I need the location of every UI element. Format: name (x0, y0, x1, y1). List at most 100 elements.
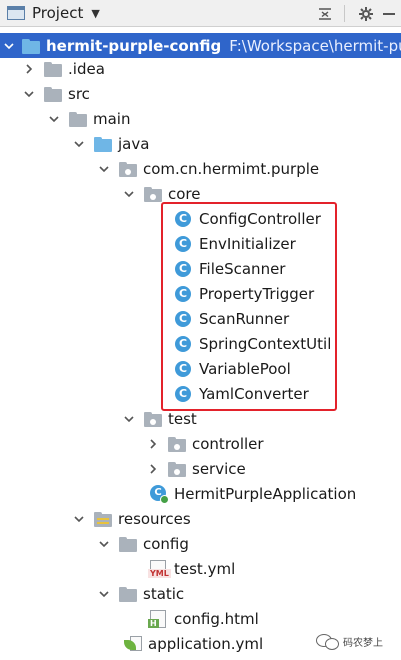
watermark-text: 码农梦上 (343, 637, 383, 649)
tree-node-src[interactable]: src (0, 81, 401, 106)
folder-icon (44, 61, 62, 77)
chevron-down-icon[interactable] (72, 512, 86, 526)
html-file-icon: H (148, 609, 166, 628)
chevron-down-icon[interactable] (97, 537, 111, 551)
package-icon (168, 461, 186, 477)
class-icon: C (175, 210, 191, 227)
tree-node-idea[interactable]: . idea (0, 56, 401, 81)
tree-node-label: FileScanner (199, 259, 286, 278)
tree-node-class[interactable]: C ConfigController (0, 206, 401, 231)
tree-node-controller[interactable]: controller (0, 431, 401, 456)
chevron-down-icon[interactable] (97, 162, 111, 176)
tree-node-path: F:\Workspace\hermit-purple (229, 36, 401, 55)
class-icon: C (175, 385, 191, 402)
tree-node-resources[interactable]: resources (0, 506, 401, 531)
tree-node-label: hermit-purple-config (46, 36, 222, 55)
folder-icon (44, 86, 62, 102)
tree-node-static[interactable]: static (0, 581, 401, 606)
tree-node-service[interactable]: service (0, 456, 401, 481)
tree-node-label: core (168, 184, 201, 203)
class-icon: C (175, 285, 191, 302)
tree-node-label: resources (118, 509, 191, 528)
tree-node-label: static (143, 584, 185, 603)
chevron-right-icon[interactable] (146, 437, 160, 451)
tree-node-label: main (93, 109, 131, 128)
project-tool-window-header: Project ▼ (0, 0, 401, 27)
chevron-down-icon[interactable] (72, 137, 86, 151)
package-icon (144, 411, 162, 427)
yaml-badge: YML (148, 568, 171, 578)
tree-node-class[interactable]: C FileScanner (0, 256, 401, 281)
chevron-right-icon[interactable] (22, 62, 36, 76)
chevron-down-icon[interactable] (122, 187, 136, 201)
tree-node-label: src (68, 84, 90, 103)
wechat-icon (316, 633, 339, 650)
tree-node-java[interactable]: java (0, 131, 401, 156)
collapse-all-icon[interactable] (314, 3, 336, 25)
gear-icon[interactable] (355, 3, 377, 25)
chevron-right-icon[interactable] (146, 462, 160, 476)
tree-node-label: service (192, 459, 246, 478)
hide-icon[interactable] (378, 3, 400, 25)
tree-node-label: config (143, 534, 189, 553)
tree-node-class[interactable]: C ScanRunner (0, 306, 401, 331)
chevron-down-icon[interactable]: ▼ (91, 7, 99, 20)
tree-node-class[interactable]: C VariablePool (0, 356, 401, 381)
tree-node-app-class[interactable]: C HermitPurpleApplication (0, 481, 401, 506)
chevron-down-icon[interactable] (47, 112, 61, 126)
tree-node-label: SpringContextUtil (199, 334, 332, 353)
tree-node-config[interactable]: config (0, 531, 401, 556)
class-icon: C (175, 310, 191, 327)
package-icon (119, 161, 137, 177)
yaml-file-icon: YML (148, 559, 171, 578)
tree-node-label: ScanRunner (199, 309, 290, 328)
tree-node-label: VariablePool (199, 359, 291, 378)
tree-node-label: idea (72, 59, 105, 78)
tree-node-label: controller (192, 434, 264, 453)
chevron-down-icon[interactable] (122, 412, 136, 426)
project-view-title[interactable]: Project (32, 4, 83, 22)
html-badge: H (148, 618, 159, 628)
folder-icon (119, 586, 137, 602)
watermark: 码农梦上 (316, 633, 383, 650)
spring-boot-class-icon: C (150, 484, 169, 504)
chevron-down-icon[interactable] (22, 87, 36, 101)
resources-folder-icon (94, 511, 112, 527)
class-icon: C (175, 235, 191, 252)
tree-node-label: EnvInitializer (199, 234, 296, 253)
spring-config-icon (124, 635, 142, 652)
tree-node-label: application.yml (148, 634, 264, 653)
tree-node-package[interactable]: com.cn.hermimt.purple (0, 156, 401, 181)
chevron-down-icon[interactable] (97, 587, 111, 601)
tree-node-class[interactable]: C SpringContextUtil (0, 331, 401, 356)
tree-node-label: com.cn.hermimt.purple (143, 159, 320, 178)
tree-node-label: PropertyTrigger (199, 284, 315, 303)
tree-node-label: HermitPurpleApplication (174, 484, 357, 503)
folder-icon (69, 111, 87, 127)
tree-node-label: java (118, 134, 150, 153)
package-icon (144, 186, 162, 202)
tree-node-test-yml[interactable]: YML test.yml (0, 556, 401, 581)
tree-node-label: ConfigController (199, 209, 321, 228)
tree-node-test[interactable]: test (0, 406, 401, 431)
module-folder-icon (22, 38, 40, 54)
toolbar-divider (344, 5, 345, 22)
tree-node-root[interactable]: hermit-purple-config F:\Workspace\hermit… (0, 33, 401, 58)
tree-node-label: test (168, 409, 197, 428)
tree-node-main[interactable]: main (0, 106, 401, 131)
folder-icon (119, 536, 137, 552)
tree-node-class[interactable]: C PropertyTrigger (0, 281, 401, 306)
project-view-icon (7, 6, 25, 20)
chevron-down-icon[interactable] (4, 39, 14, 53)
tree-node-label: YamlConverter (199, 384, 309, 403)
tree-node-class[interactable]: C EnvInitializer (0, 231, 401, 256)
tree-node-config-html[interactable]: H config.html (0, 606, 401, 631)
tree-node-label: test.yml (174, 559, 236, 578)
tree-node-core[interactable]: core (0, 181, 401, 206)
tree-node-label: config.html (174, 609, 259, 628)
class-icon: C (175, 335, 191, 352)
source-folder-icon (94, 136, 112, 152)
class-icon: C (175, 260, 191, 277)
tree-node-class[interactable]: C YamlConverter (0, 381, 401, 406)
class-icon: C (175, 360, 191, 377)
